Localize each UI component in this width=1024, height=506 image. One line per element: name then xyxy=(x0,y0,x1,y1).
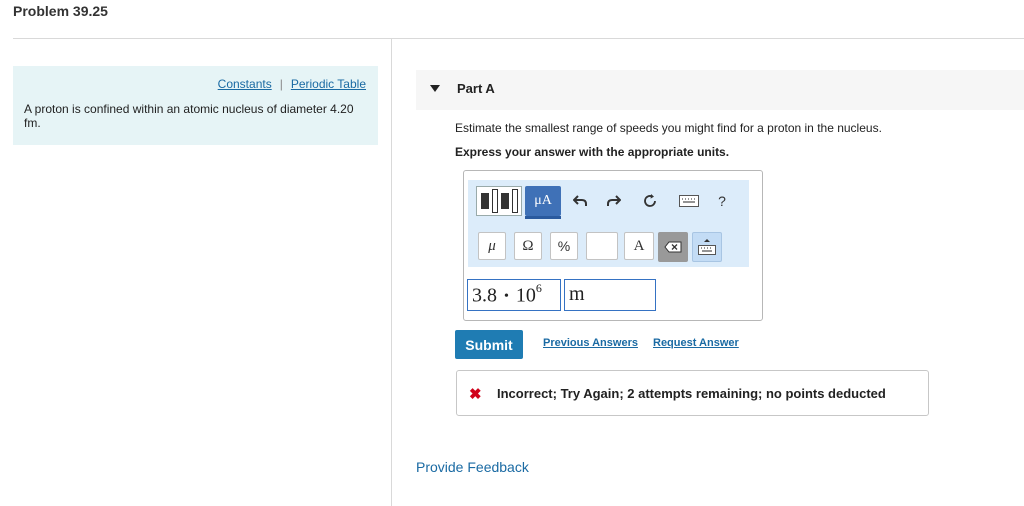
answer-exponent: 6 xyxy=(535,281,542,295)
answer-mantissa: 3.8 xyxy=(472,284,497,307)
submit-button[interactable]: Submit xyxy=(455,330,523,359)
help-icon[interactable]: ? xyxy=(714,190,730,212)
reset-icon[interactable] xyxy=(640,190,660,212)
collapse-triangle-icon[interactable] xyxy=(430,85,440,92)
answer-base: 10 xyxy=(515,284,536,307)
omega-button[interactable]: Ω xyxy=(514,232,542,260)
part-header[interactable]: Part A xyxy=(416,70,1024,110)
problem-statement-panel: Constants | Periodic Table A proton is c… xyxy=(13,66,378,145)
problem-statement: A proton is confined within an atomic nu… xyxy=(24,102,354,130)
constants-link[interactable]: Constants xyxy=(218,77,272,91)
feedback-message: Incorrect; Try Again; 2 attempts remaini… xyxy=(497,386,886,401)
toolbar-row-1: μA ? xyxy=(468,180,749,222)
question-text: Estimate the smallest range of speeds yo… xyxy=(455,121,882,135)
answer-editor: μA ? μ Ω % A 3.8 • 106 m xyxy=(463,170,763,321)
template-icon[interactable] xyxy=(476,186,522,216)
toolbar-row-2: μ Ω % A xyxy=(468,225,749,267)
answer-instruction: Express your answer with the appropriate… xyxy=(455,145,730,159)
answer-value-field[interactable]: 3.8 • 106 xyxy=(467,279,561,311)
error-x-icon: ✖ xyxy=(469,386,482,403)
problem-title: Problem 39.25 xyxy=(13,3,108,19)
provide-feedback-link[interactable]: Provide Feedback xyxy=(416,459,529,475)
previous-answers-link[interactable]: Previous Answers xyxy=(543,337,638,349)
resource-links: Constants | Periodic Table xyxy=(218,77,366,91)
link-separator: | xyxy=(279,77,283,91)
undo-icon[interactable] xyxy=(570,190,590,212)
mu-button[interactable]: μ xyxy=(478,232,506,260)
answer-dot: • xyxy=(504,288,509,304)
units-button[interactable]: μA xyxy=(525,186,561,219)
blank-symbol-button[interactable] xyxy=(586,232,618,260)
feedback-box: ✖ Incorrect; Try Again; 2 attempts remai… xyxy=(456,370,929,416)
answer-unit: m xyxy=(569,283,585,305)
keyboard-toggle-icon[interactable] xyxy=(692,232,722,262)
answer-unit-field[interactable]: m xyxy=(564,279,656,311)
request-answer-link[interactable]: Request Answer xyxy=(653,337,739,349)
periodic-table-link[interactable]: Periodic Table xyxy=(291,77,366,91)
part-title: Part A xyxy=(457,81,495,96)
math-toolbar: μA ? μ Ω % A xyxy=(468,180,749,267)
angstrom-button[interactable]: A xyxy=(624,232,654,260)
keyboard-icon[interactable] xyxy=(678,190,700,212)
top-divider xyxy=(13,38,1024,39)
percent-button[interactable]: % xyxy=(550,232,578,260)
column-divider xyxy=(391,38,392,506)
delete-icon[interactable] xyxy=(658,232,688,262)
redo-icon[interactable] xyxy=(604,190,624,212)
